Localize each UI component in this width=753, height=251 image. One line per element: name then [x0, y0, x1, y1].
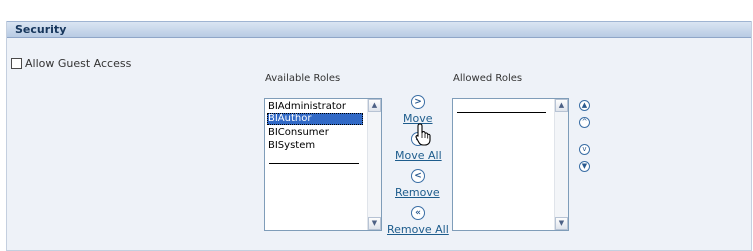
role-option-bisystem[interactable]: BISystem — [267, 140, 316, 152]
remove-link[interactable]: Remove — [395, 186, 440, 199]
scroll-down-arrow-icon[interactable]: ▼ — [555, 217, 568, 230]
allowed-roles-listbox[interactable]: ▲ ▼ — [452, 98, 569, 231]
list-width-spacer — [457, 112, 546, 113]
panel-title: Security — [15, 23, 67, 36]
security-panel-header: Security — [7, 21, 751, 38]
hand-cursor-icon — [415, 123, 431, 146]
list-width-spacer — [269, 163, 359, 164]
remove-all-left-icon[interactable]: « — [411, 206, 425, 220]
remove-left-icon[interactable]: < — [411, 169, 425, 183]
move-right-icon[interactable]: > — [411, 95, 425, 109]
allowed-roles-label: Allowed Roles — [453, 73, 523, 84]
role-option-biauthor[interactable]: BIAuthor — [267, 113, 363, 125]
scroll-down-arrow-icon[interactable]: ▼ — [368, 217, 381, 230]
scroll-up-arrow-icon[interactable]: ▲ — [555, 99, 568, 112]
available-roles-label: Available Roles — [265, 73, 341, 84]
scroll-up-arrow-icon[interactable]: ▲ — [368, 99, 381, 112]
move-down-icon[interactable]: v — [579, 144, 590, 155]
remove-all-link[interactable]: Remove All — [387, 223, 449, 236]
move-bottom-icon[interactable]: ▼ — [579, 161, 590, 172]
move-all-link[interactable]: Move All — [395, 149, 442, 162]
allow-guest-access-checkbox[interactable] — [11, 57, 22, 69]
available-roles-scrollbar[interactable]: ▲ ▼ — [367, 99, 381, 230]
available-roles-listbox[interactable]: BIAdministrator BIAuthor BIConsumer BISy… — [264, 98, 382, 231]
allowed-roles-scrollbar[interactable]: ▲ ▼ — [554, 99, 568, 230]
role-option-biadministrator[interactable]: BIAdministrator — [267, 101, 347, 113]
allow-guest-access[interactable]: Allow Guest Access — [11, 56, 131, 70]
allow-guest-access-label[interactable]: Allow Guest Access — [25, 57, 131, 70]
move-top-icon[interactable]: ▲ — [579, 100, 590, 111]
move-up-icon[interactable]: ^ — [579, 117, 590, 128]
role-option-biconsumer[interactable]: BIConsumer — [267, 127, 330, 139]
